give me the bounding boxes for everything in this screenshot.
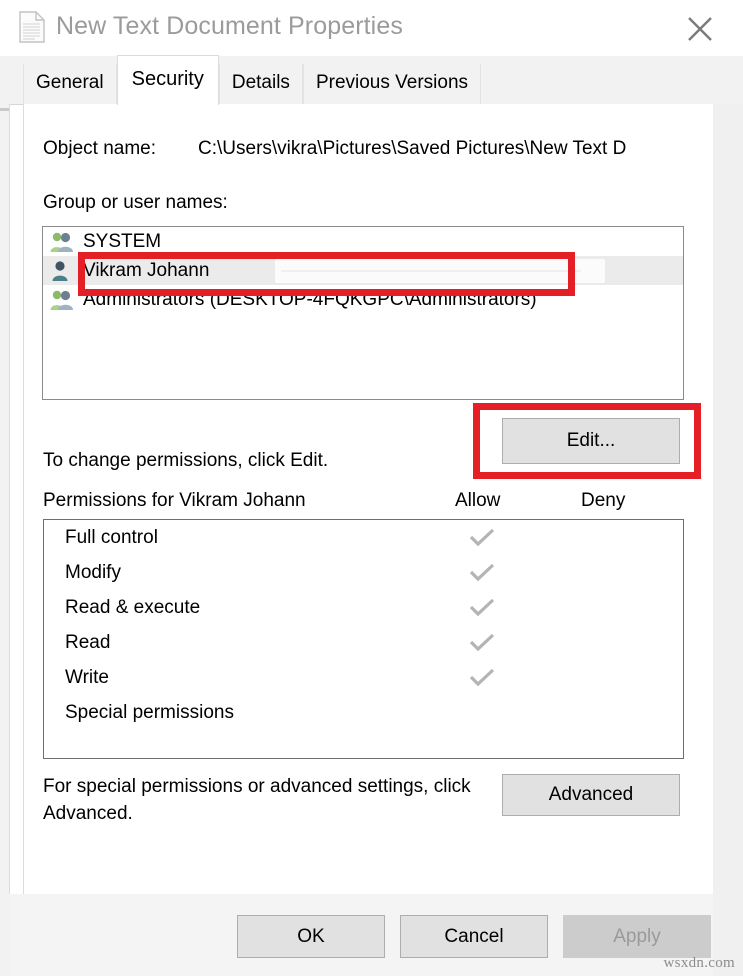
redacted-text-overlay	[275, 259, 605, 283]
permission-label: Read	[65, 631, 111, 653]
group-users-icon	[49, 230, 75, 254]
object-name-label: Object name:	[43, 138, 156, 159]
list-item-label: Vikram Johann	[83, 259, 210, 281]
tab-list: General Security Details Previous Versio…	[23, 55, 482, 105]
window-right-edge	[713, 104, 743, 976]
list-item-selected[interactable]: Vikram Johann	[43, 256, 683, 285]
table-row[interactable]: Full control	[44, 520, 683, 555]
list-item[interactable]: Administrators (DESKTOP-4FQKGPC\Administ…	[43, 285, 683, 314]
table-row[interactable]: Read & execute	[44, 590, 683, 625]
edit-button[interactable]: Edit...	[502, 418, 680, 464]
deny-column-header: Deny	[581, 490, 626, 511]
watermark: wsxdn.com	[663, 955, 735, 971]
properties-dialog: New Text Document Properties General Sec…	[0, 0, 743, 976]
text-document-icon	[19, 11, 45, 43]
table-row[interactable]: Write	[44, 660, 683, 695]
permission-label: Special permissions	[65, 701, 234, 723]
edit-permissions-hint: To change permissions, click Edit.	[43, 450, 329, 471]
window-left-edge	[0, 56, 10, 976]
table-row[interactable]: Read	[44, 625, 683, 660]
allow-checkmark-icon[interactable]	[464, 562, 500, 584]
list-item[interactable]: SYSTEM	[43, 227, 683, 256]
list-item-label: SYSTEM	[83, 230, 162, 252]
table-row[interactable]: Modify	[44, 555, 683, 590]
group-users-icon	[49, 288, 75, 312]
tab-strip: General Security Details Previous Versio…	[9, 55, 743, 105]
group-or-user-names-label: Group or user names:	[43, 192, 228, 213]
advanced-settings-hint: For special permissions or advanced sett…	[43, 776, 471, 824]
group-or-user-names-list[interactable]: SYSTEM Vikram Johann Administrators (DES…	[42, 226, 684, 400]
permission-label: Modify	[65, 561, 121, 583]
title-bar: New Text Document Properties	[9, 0, 743, 56]
apply-button: Apply	[563, 915, 711, 958]
tab-previous-versions[interactable]: Previous Versions	[302, 64, 482, 104]
cancel-button[interactable]: Cancel	[400, 915, 548, 958]
list-item-label: Administrators (DESKTOP-4FQKGPC\Administ…	[83, 288, 537, 310]
permissions-for-label: Permissions for Vikram Johann	[43, 490, 306, 511]
allow-checkmark-icon[interactable]	[464, 527, 500, 549]
ok-button[interactable]: OK	[237, 915, 385, 958]
allow-checkmark-icon[interactable]	[464, 667, 500, 689]
close-icon[interactable]	[683, 12, 717, 46]
window-title: New Text Document Properties	[56, 12, 403, 40]
tab-general[interactable]: General	[23, 64, 117, 104]
permissions-list[interactable]: Full control Modify Read & execute Read	[43, 519, 684, 759]
allow-checkmark-icon[interactable]	[464, 597, 500, 619]
tab-security[interactable]: Security	[116, 55, 219, 105]
tab-details[interactable]: Details	[218, 64, 303, 104]
allow-column-header: Allow	[455, 490, 501, 511]
permission-label: Read & execute	[65, 596, 201, 618]
object-name-value: C:\Users\vikra\Pictures\Saved Pictures\N…	[198, 138, 627, 159]
permission-label: Write	[65, 666, 109, 688]
table-row[interactable]: Special permissions	[44, 695, 683, 730]
allow-checkmark-icon[interactable]	[464, 632, 500, 654]
advanced-button[interactable]: Advanced	[502, 774, 680, 816]
permission-label: Full control	[65, 526, 158, 548]
single-user-icon	[49, 259, 75, 283]
